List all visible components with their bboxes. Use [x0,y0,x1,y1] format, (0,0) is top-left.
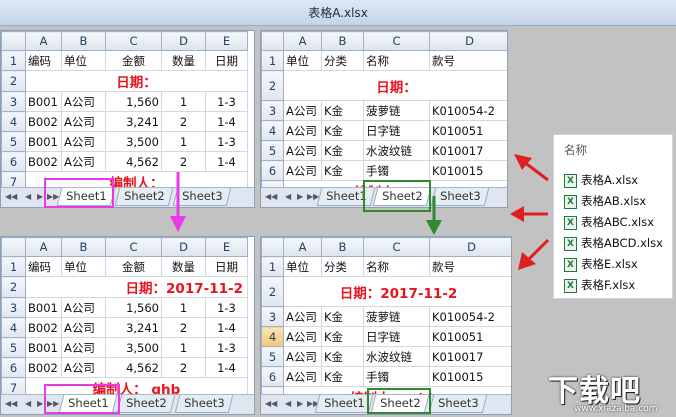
watermark-url: www.xiazaiba.com [574,404,658,414]
excel-file-icon: X [564,236,577,251]
excel-file-icon: X [564,194,577,209]
red-arrow-to-top-right-pane [514,154,549,182]
excel-file-icon: X [564,257,577,272]
file-list-header[interactable]: 名称 [564,142,587,158]
green-down-arrow [426,196,442,235]
magenta-down-arrow [170,172,186,232]
file-list-item[interactable]: X 表格F.xlsx [564,277,635,293]
file-list-item[interactable]: X 表格ABC.xlsx [564,214,654,230]
excel-file-icon: X [564,215,577,230]
file-list-panel: 名称 X 表格A.xlsx X 表格AB.xlsx X 表格ABC.xlsx X 表格A… [553,134,673,299]
watermark-logo: 下载吧 www.xiazaiba.com [548,366,673,414]
file-list-item[interactable]: X 表格A.xlsx [564,172,638,188]
red-arrow-to-middle [510,206,548,222]
excel-file-icon: X [564,278,577,293]
file-list-item[interactable]: X 表格E.xlsx [564,256,638,272]
excel-file-icon: X [564,173,577,188]
file-list-item[interactable]: X 表格ABCD.xlsx [564,235,663,251]
red-arrow-to-bottom-right-pane [518,238,550,270]
file-list-item[interactable]: X 表格AB.xlsx [564,193,646,209]
